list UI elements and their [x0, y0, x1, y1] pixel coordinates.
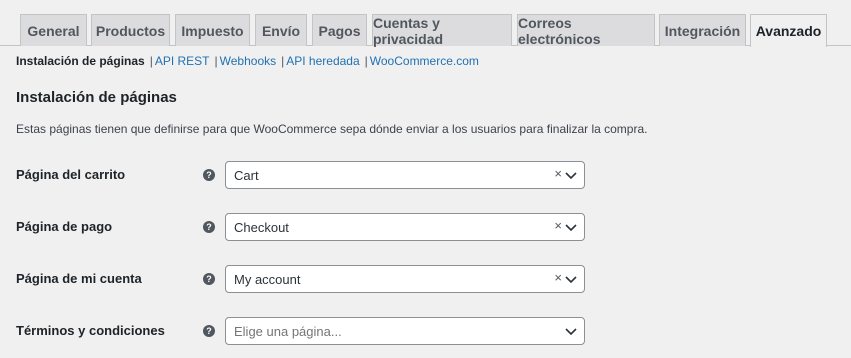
tab-label: Correos electrónicos [518, 14, 601, 47]
chevron-down-icon [565, 172, 577, 180]
tab-cuentas-y-privacidad[interactable]: Cuentas y privacidad [372, 14, 512, 47]
tab-avanzado[interactable]: Avanzado [750, 14, 827, 47]
checkout-page-select[interactable]: Checkout × [225, 213, 585, 241]
checkout-page-value: Checkout [234, 220, 289, 235]
settings-tab-bar: General Productos Impuesto Envío Pagos C… [0, 0, 851, 47]
my-account-page-label: Página de mi cuenta [16, 271, 142, 286]
question-circle-icon[interactable]: ? [203, 169, 215, 181]
chevron-down-icon [565, 276, 577, 284]
section-description: Estas páginas tienen que definirse para … [16, 122, 648, 136]
tab-label: Avanzado [755, 23, 822, 39]
tab-label: Envío [261, 22, 301, 39]
subnav-link-api-heredada[interactable]: API heredada [286, 54, 359, 68]
chevron-down-icon [565, 328, 577, 336]
tab-integracion[interactable]: Integración [659, 14, 746, 46]
tab-label: General [27, 22, 80, 39]
subnav-separator: | [281, 54, 285, 68]
tab-envio[interactable]: Envío [255, 14, 307, 46]
subnav-separator: | [149, 54, 153, 68]
clear-x-icon[interactable]: × [554, 219, 562, 232]
tab-productos[interactable]: Productos [91, 14, 170, 46]
subnav-link-api-rest[interactable]: API REST [155, 54, 210, 68]
tab-label: Pagos [318, 22, 361, 39]
my-account-page-value: My account [234, 272, 301, 287]
cart-page-value: Cart [234, 168, 259, 183]
clear-x-icon[interactable]: × [554, 167, 562, 180]
advanced-subnav: Instalación de páginas | API REST | Webh… [16, 54, 479, 68]
subnav-separator: | [364, 54, 368, 68]
tab-label: Integración [664, 22, 741, 39]
chevron-down-icon [565, 224, 577, 232]
question-circle-icon[interactable]: ? [203, 325, 215, 337]
subnav-link-webhooks[interactable]: Webhooks [220, 54, 276, 68]
terms-page-placeholder: Elige una página... [234, 324, 342, 339]
subnav-link-woocommerce-com[interactable]: WooCommerce.com [370, 54, 479, 68]
cart-page-label: Página del carrito [16, 167, 126, 182]
tab-impuesto[interactable]: Impuesto [175, 14, 250, 46]
terms-page-select[interactable]: Elige una página... [225, 317, 585, 345]
terms-page-label: Términos y condiciones [16, 323, 165, 338]
tab-pagos[interactable]: Pagos [312, 14, 367, 46]
tab-label: Impuesto [181, 22, 244, 39]
section-title: Instalación de páginas [16, 89, 177, 106]
tab-label: Productos [95, 22, 166, 39]
checkout-page-label: Página de pago [16, 219, 113, 234]
my-account-page-select[interactable]: My account × [225, 265, 585, 293]
subnav-current: Instalación de páginas [16, 54, 145, 68]
cart-page-select[interactable]: Cart × [225, 161, 585, 189]
question-circle-icon[interactable]: ? [203, 273, 215, 285]
tab-general[interactable]: General [20, 14, 87, 46]
tab-label: Cuentas y privacidad [373, 14, 444, 47]
question-circle-icon[interactable]: ? [203, 221, 215, 233]
tab-correos-electronicos[interactable]: Correos electrónicos [517, 14, 655, 47]
subnav-separator: | [214, 54, 218, 68]
clear-x-icon[interactable]: × [554, 271, 562, 284]
